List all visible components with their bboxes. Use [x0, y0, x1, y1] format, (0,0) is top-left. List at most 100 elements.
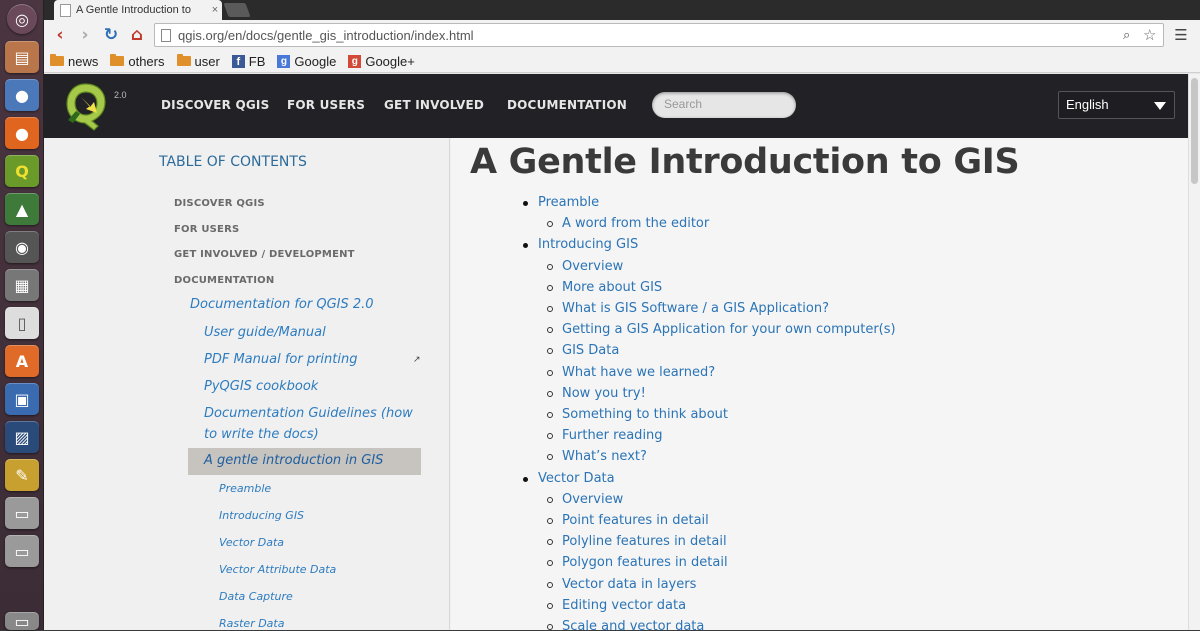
calculator-icon[interactable]: ▦	[5, 269, 39, 301]
ubuntu-dash-icon[interactable]: ◎	[7, 4, 37, 34]
text-editor-icon[interactable]: ▯	[5, 307, 39, 339]
toc-doc-for-qgis[interactable]: Documentation for QGIS 2.0	[190, 297, 374, 312]
toc-section-for-users[interactable]: FOR USERS	[174, 224, 239, 235]
back-icon[interactable]: ‹	[49, 24, 71, 46]
drive-icon-2[interactable]: ▭	[5, 535, 39, 567]
toc-link-section[interactable]: Scale and vector data	[546, 619, 704, 630]
external-link-icon: ↗	[413, 355, 421, 365]
firefox-icon[interactable]: ●	[5, 117, 39, 149]
screenshot-icon[interactable]: ▣	[5, 383, 39, 415]
toc-pdf-manual[interactable]: PDF Manual for printing	[204, 349, 358, 370]
toc-link-section[interactable]: Overview	[546, 492, 623, 507]
trash-icon[interactable]: ▭	[5, 612, 39, 631]
home-icon[interactable]: ⌂	[126, 24, 148, 46]
toc-link-section[interactable]: Polygon features in detail	[547, 555, 728, 570]
bookmark-label: FB	[248, 53, 266, 69]
toc-section-get-involved[interactable]: GET INVOLVED / DEVELOPMENT	[174, 249, 355, 260]
zoom-icon[interactable]: ⌕	[1123, 27, 1143, 43]
menu-icon[interactable]: ☰	[1170, 24, 1192, 46]
toc-vector-attribute-data[interactable]: Vector Attribute Data	[219, 563, 336, 576]
toc-link-section[interactable]: What’s next?	[547, 449, 647, 464]
browser-tab[interactable]: A Gentle Introduction to ×	[54, 0, 222, 20]
toc-section-discover[interactable]: DISCOVER QGIS	[174, 198, 265, 209]
toc-vector-data[interactable]: Vector Data	[219, 536, 284, 549]
toc-active-label: A gentle introduction in GIS	[204, 453, 384, 468]
toc-title: TABLE OF CONTENTS	[159, 154, 307, 170]
toc-sidebar: TABLE OF CONTENTS DISCOVER QGIS FOR USER…	[44, 138, 450, 630]
toc-link-section[interactable]: GIS Data	[546, 343, 619, 358]
facebook-icon: f	[231, 54, 245, 68]
toc-link-section[interactable]: Something to think about	[547, 407, 728, 422]
google-icon: g	[277, 54, 291, 68]
toc-link-section[interactable]: Editing vector data	[546, 598, 686, 613]
forward-icon[interactable]: ›	[74, 24, 96, 46]
google-plus-icon: g	[348, 54, 362, 68]
webcam-icon[interactable]: ◉	[5, 231, 39, 263]
toc-doc-guidelines[interactable]: Documentation Guidelines (how	[204, 403, 413, 424]
files-icon[interactable]: ▤	[5, 41, 39, 73]
browser-toolbar: ‹ › ↻ ⌂ qgis.org/en/docs/gentle_gis_intr…	[44, 20, 1200, 50]
toc-link-section[interactable]: Now you try!	[547, 386, 646, 401]
toc-link-section[interactable]: Polyline features in detail	[547, 534, 727, 549]
scrollbar-thumb[interactable]	[1191, 78, 1198, 184]
toc-link-chapter[interactable]: Vector Data	[523, 471, 615, 486]
bookmark-google-plus[interactable]: g Google+	[348, 54, 415, 69]
image-viewer-icon[interactable]: ▨	[5, 421, 39, 453]
bookmark-user[interactable]: user	[176, 54, 220, 69]
drive-icon[interactable]: ▭	[5, 497, 39, 529]
bookmark-fb[interactable]: f FB	[231, 53, 266, 69]
paint-icon[interactable]: ✎	[5, 459, 39, 491]
page-icon	[161, 28, 171, 42]
toc-link-chapter[interactable]: Introducing GIS	[522, 237, 638, 252]
qgis-logo[interactable]	[64, 80, 108, 132]
close-tab-icon[interactable]: ×	[208, 4, 222, 16]
bookmark-label: Google	[294, 53, 337, 69]
ubuntu-launcher: ◎ ▤ ● ● Q ▲ ◉ ▦ ▯ A ▣ ▨ ✎ ▭ ▭ ▭	[0, 0, 44, 631]
bookmark-news[interactable]: news	[50, 54, 98, 69]
toc-link-section[interactable]: Vector data in layers	[546, 577, 696, 592]
toc-link-section[interactable]: What is GIS Software / a GIS Application…	[547, 301, 829, 316]
toc-user-guide[interactable]: User guide/Manual	[204, 322, 326, 343]
software-center-icon[interactable]: A	[5, 345, 39, 377]
nav-for-users[interactable]: FOR USERS	[287, 98, 365, 112]
folder-icon	[50, 54, 64, 66]
language-select[interactable]: English	[1058, 91, 1175, 119]
toc-data-capture[interactable]: Data Capture	[219, 590, 293, 603]
folder-icon	[110, 54, 125, 66]
page-scrollbar[interactable]	[1188, 74, 1200, 630]
toc-raster-data[interactable]: Raster Data	[219, 617, 284, 630]
toc-link-section[interactable]: A word from the editor	[546, 216, 709, 231]
address-bar[interactable]: qgis.org/en/docs/gentle_gis_introduction…	[154, 23, 1164, 47]
toc-link-section[interactable]: More about GIS	[546, 280, 662, 295]
toc-link-section[interactable]: Point features in detail	[547, 513, 709, 528]
bookmark-star-icon[interactable]: ☆	[1143, 26, 1163, 44]
toc-link-section[interactable]: Getting a GIS Application for your own c…	[547, 322, 896, 337]
chromium-icon[interactable]: ●	[5, 79, 39, 111]
toc-introducing-gis[interactable]: Introducing GIS	[219, 509, 304, 522]
toc-link-section[interactable]: Further reading	[547, 428, 663, 443]
reload-icon[interactable]: ↻	[100, 24, 122, 46]
new-tab-button[interactable]	[223, 3, 251, 17]
nav-documentation[interactable]: DOCUMENTATION	[507, 98, 627, 112]
update-manager-icon[interactable]: ▲	[5, 193, 39, 225]
bookmark-others[interactable]: others	[110, 53, 165, 69]
toc-link-chapter[interactable]: Preamble	[522, 195, 599, 210]
web-page: 2.0 DISCOVER QGIS FOR USERS GET INVOLVED…	[44, 74, 1188, 630]
toc-preamble[interactable]: Preamble	[219, 482, 271, 495]
toc-section-documentation[interactable]: DOCUMENTATION	[174, 275, 274, 286]
bookmarks-bar: news others user f FB g Google g Google+	[44, 50, 1200, 73]
toc-doc-guidelines-cont[interactable]: to write the docs)	[204, 424, 319, 445]
toc-link-section[interactable]: Overview	[546, 259, 623, 274]
nav-get-involved[interactable]: GET INVOLVED	[384, 98, 484, 112]
toc-link-section[interactable]: What have we learned?	[546, 365, 715, 380]
bookmark-google[interactable]: g Google	[277, 54, 336, 69]
qgis-icon[interactable]: Q	[5, 155, 39, 187]
nav-discover-qgis[interactable]: DISCOVER QGIS	[161, 98, 269, 112]
toc-pyqgis-cookbook[interactable]: PyQGIS cookbook	[204, 376, 318, 397]
page-title: A Gentle Introduction to GIS	[470, 142, 1020, 182]
search-input[interactable]: Search	[652, 92, 796, 118]
bookmark-label: news	[68, 53, 99, 69]
bookmark-label: others	[128, 53, 165, 69]
toc-active-item[interactable]: A gentle introduction in GIS	[188, 448, 421, 475]
tab-strip: A Gentle Introduction to ×	[44, 0, 1200, 20]
